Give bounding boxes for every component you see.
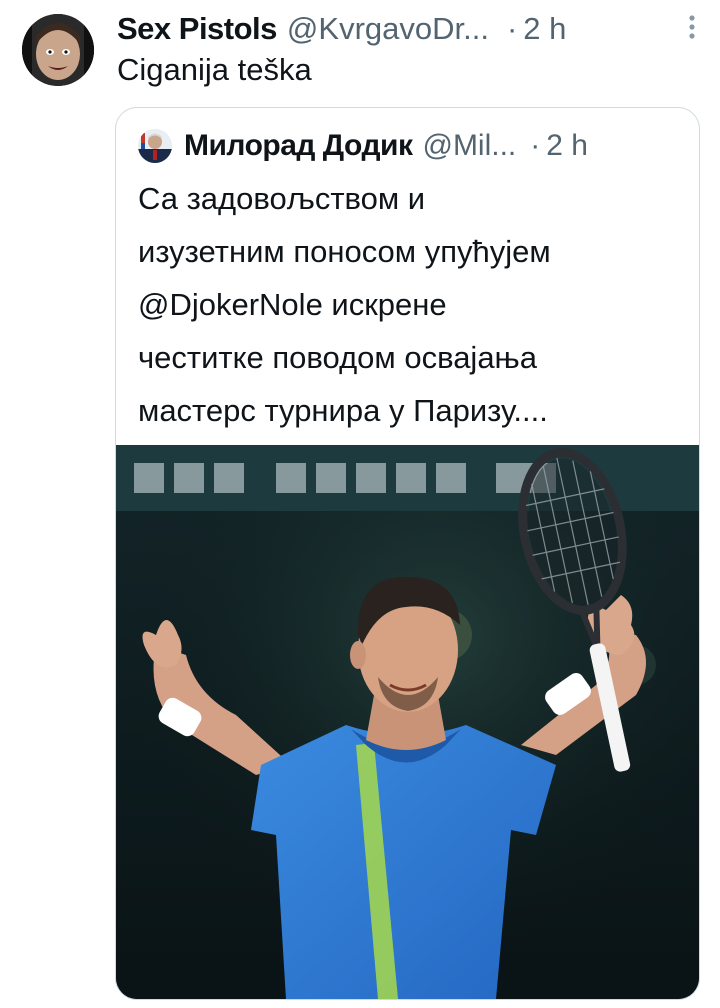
quoted-tweet[interactable]: Милорад Додик @Mil... · 2 h Са задовољст… [115,107,700,1000]
more-options-icon[interactable] [688,14,696,45]
tweet-text: Ciganija teška [117,52,312,87]
quoted-separator-dot: · [530,129,541,162]
author-handle[interactable]: @KvrgavoDr... [287,11,489,47]
tweet-header: Sex Pistols @KvrgavoDr... · 2 h [117,6,696,52]
quoted-text-line: @DjokerNole искрене [138,287,447,322]
author-avatar[interactable] [22,14,94,86]
quoted-author-handle[interactable]: @Mil... [422,129,516,163]
tweet-timestamp[interactable]: 2 h [523,11,566,47]
quoted-author-avatar[interactable] [138,129,172,163]
quoted-tweet-photo[interactable] [116,445,699,999]
quoted-tweet-timestamp[interactable]: 2 h [546,129,588,163]
author-name[interactable]: Sex Pistols [117,11,277,47]
quoted-text-line: мастерс турнира у Паризу.... [138,393,548,428]
quoted-text-line: изузетним поносом упућујем [138,234,551,269]
quoted-text-line: честитке поводом освајања [138,340,537,375]
quoted-author-name[interactable]: Милорад Додик [184,129,413,163]
quoted-tweet-text: Са задовољством и изузетним поносом упућ… [138,172,683,437]
separator-dot: · [506,11,518,46]
tweet[interactable]: Sex Pistols @KvrgavoDr... · 2 h Ciganija… [0,0,720,1008]
quoted-text-line: Са задовољством и [138,181,426,216]
quoted-tweet-header: Милорад Додик @Mil... · 2 h [138,126,677,166]
